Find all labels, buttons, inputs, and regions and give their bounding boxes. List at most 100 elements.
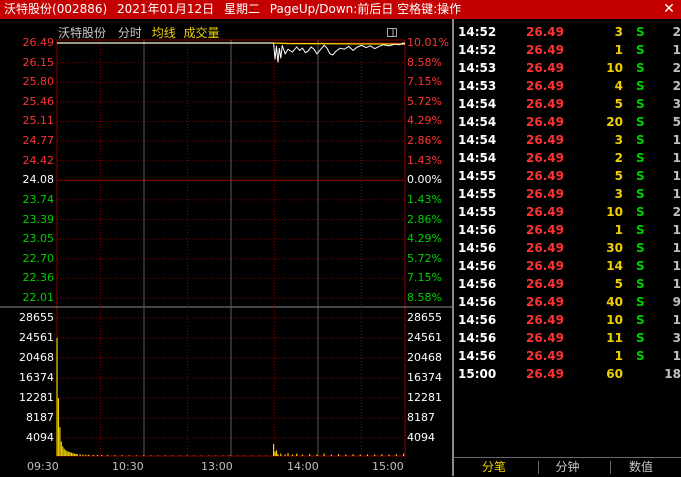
pct-tick-label: 8.58% [407, 55, 442, 69]
close-icon[interactable]: ✕ [661, 1, 677, 17]
tab-minutes[interactable]: 分钟 [539, 458, 596, 477]
price-tick-label: 22.01 [22, 291, 55, 304]
tick-side: S [636, 97, 645, 111]
tick-count: 1 [672, 133, 681, 147]
expand-icon[interactable] [387, 28, 397, 37]
pct-tick-label: 1.43% [407, 192, 442, 206]
volume-tick-label: 20468 [407, 351, 442, 364]
tick-price: 26.49 [526, 331, 564, 345]
tick-volume: 20 [606, 115, 623, 129]
pct-tick-label: 0.00% [407, 173, 442, 187]
pct-tick-label: 10.01% [407, 36, 449, 49]
tick-price: 26.49 [526, 79, 564, 93]
weekday: 星期二 [223, 2, 260, 16]
tick-row: 14:56 26.49 30 S 1 [456, 239, 681, 257]
tick-row: 14:56 26.49 14 S 1 [456, 257, 681, 275]
tick-count: 3 [672, 97, 681, 111]
tick-side: S [636, 205, 645, 219]
tick-price: 26.49 [526, 133, 564, 147]
tick-row: 14:56 26.49 10 S 1 [456, 311, 681, 329]
tick-time: 14:54 [458, 151, 497, 165]
tick-row: 14:56 26.49 1 S 1 [456, 347, 681, 365]
tick-row: 14:55 26.49 10 S 2 [456, 203, 681, 221]
tick-count: 2 [672, 25, 681, 39]
tick-side: S [636, 115, 645, 129]
tick-row: 14:56 26.49 5 S 1 [456, 275, 681, 293]
timeshare-tab[interactable]: 分时 [118, 26, 142, 40]
volume-tick-label: 16374 [19, 371, 54, 384]
price-tick-label: 24.77 [22, 134, 55, 148]
tick-row: 14:52 26.49 1 S 1 [456, 41, 681, 59]
price-tick-label: 25.46 [22, 94, 55, 108]
tick-volume: 5 [614, 169, 623, 183]
tick-price: 26.49 [526, 241, 564, 255]
tick-time: 14:56 [458, 313, 497, 327]
tick-time: 14:56 [458, 349, 497, 363]
ma-tab[interactable]: 均线 [152, 26, 176, 40]
title-bar: 沃特股份(002886) 2021年01月12日 星期二 PageUp/Down… [0, 0, 681, 19]
tick-time: 14:56 [458, 277, 497, 291]
tick-count: 1 [672, 151, 681, 165]
tick-volume: 3 [614, 25, 623, 39]
tick-volume: 14 [606, 259, 623, 273]
tick-side: S [636, 349, 645, 363]
tick-time: 14:54 [458, 97, 497, 111]
chart-stock-name: 沃特股份 [58, 26, 107, 40]
pct-tick-label: 4.29% [407, 232, 442, 246]
tick-price: 26.49 [526, 97, 564, 111]
panel-divider[interactable] [452, 19, 454, 476]
tick-row: 14:55 26.49 3 S 1 [456, 185, 681, 203]
tick-volume: 2 [614, 151, 623, 165]
pct-tick-label: 1.43% [407, 153, 442, 167]
tick-row: 14:52 26.49 3 S 2 [456, 23, 681, 41]
tab-values[interactable]: 数值 [611, 458, 671, 477]
volume-tab[interactable]: 成交量 [184, 26, 220, 40]
pct-tick-label: 7.15% [407, 75, 442, 89]
price-tick-label: 25.80 [22, 75, 55, 89]
price-tick-label: 26.15 [22, 55, 55, 69]
tick-price: 26.49 [526, 25, 564, 39]
tick-side: S [636, 187, 645, 201]
tick-time: 14:56 [458, 295, 497, 309]
tick-count: 2 [672, 205, 681, 219]
volume-tick-label: 24561 [407, 331, 442, 344]
tick-time: 14:56 [458, 241, 497, 255]
price-tick-label: 25.11 [22, 114, 55, 128]
tick-count: 1 [672, 277, 681, 291]
tick-volume: 5 [614, 97, 623, 111]
tick-price: 26.49 [526, 187, 564, 201]
pct-tick-label: 7.15% [407, 271, 442, 285]
tick-row: 14:53 26.49 10 S 2 [456, 59, 681, 77]
tick-time: 14:55 [458, 187, 497, 201]
price-tick-label: 23.39 [22, 212, 55, 226]
tick-row: 14:56 26.49 11 S 3 [456, 329, 681, 347]
tick-price: 26.49 [526, 295, 564, 309]
tick-time: 14:56 [458, 259, 497, 273]
tab-ticks[interactable]: 分笔 [464, 458, 524, 477]
tick-price: 26.49 [526, 349, 564, 363]
tick-price: 26.49 [526, 277, 564, 291]
tick-time: 14:53 [458, 61, 497, 75]
volume-tick-label: 24561 [19, 331, 54, 344]
tick-side: S [636, 331, 645, 345]
tick-row: 14:56 26.49 40 S 9 [456, 293, 681, 311]
intraday-chart: 沃特股份 分时 均线 成交量 26.49 10.01% 26.15 8.58% 25.8… [0, 19, 452, 476]
tick-side: S [636, 79, 645, 93]
tick-side: S [636, 151, 645, 165]
volume-tick-label: 4094 [26, 431, 54, 444]
tick-count: 1 [672, 169, 681, 183]
price-tick-label: 23.74 [22, 192, 55, 206]
tick-side: S [636, 43, 645, 57]
tick-row: 14:53 26.49 4 S 2 [456, 77, 681, 95]
date: 2021年01月12日 [117, 2, 215, 16]
tick-volume: 1 [614, 43, 623, 57]
tick-side: S [636, 25, 645, 39]
tick-count: 1 [672, 241, 681, 255]
volume-tick-label: 12281 [407, 391, 442, 404]
tick-count: 5 [672, 115, 681, 129]
tick-time: 14:54 [458, 133, 497, 147]
stock-code: (002886) [52, 2, 108, 16]
tick-time: 15:00 [458, 367, 497, 381]
tick-time: 14:55 [458, 205, 497, 219]
tick-price: 26.49 [526, 205, 564, 219]
